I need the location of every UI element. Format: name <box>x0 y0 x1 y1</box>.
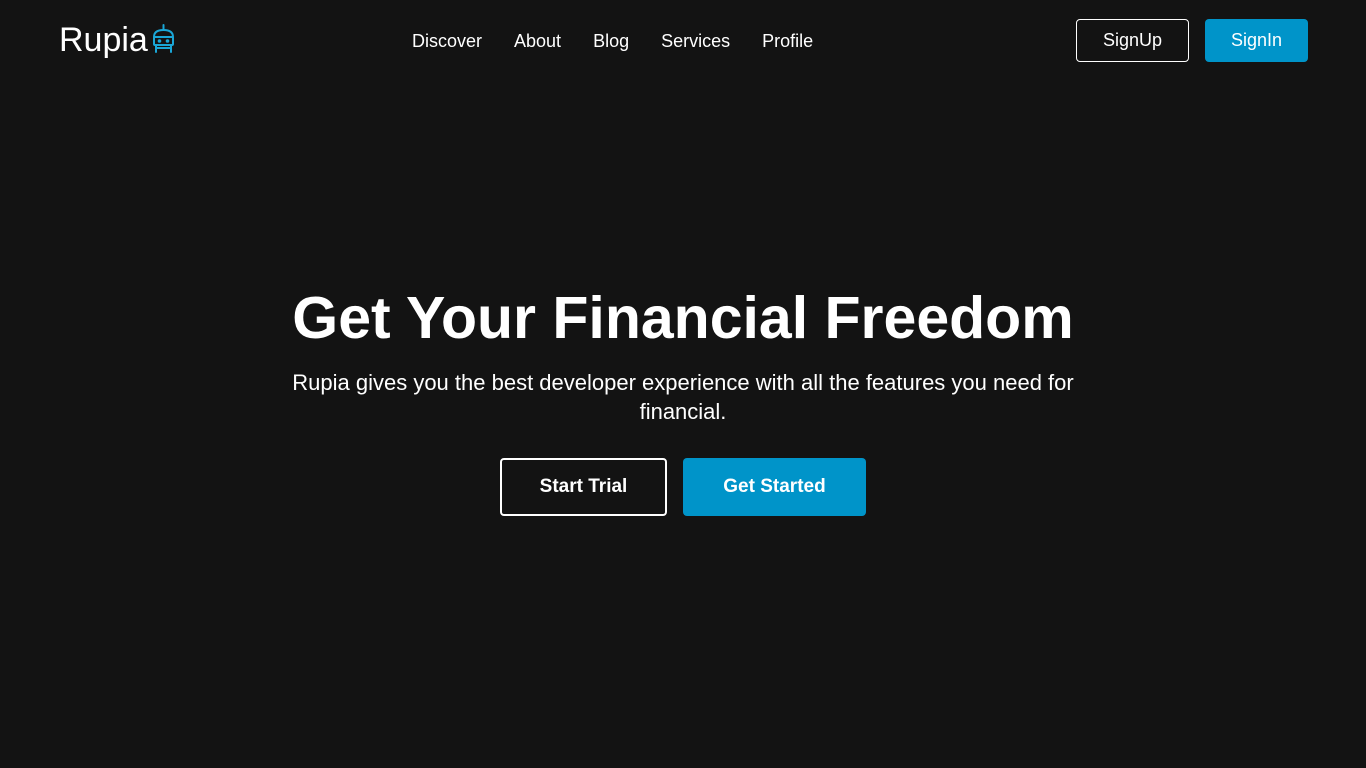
header: Rupia Discover About Blog Services Profi… <box>0 0 1366 82</box>
signin-button[interactable]: SignIn <box>1205 19 1308 62</box>
hero-title: Get Your Financial Freedom <box>292 285 1074 351</box>
main-nav: Discover About Blog Services Profile <box>412 29 813 53</box>
start-trial-button[interactable]: Start Trial <box>500 458 667 516</box>
nav-item-profile[interactable]: Profile <box>762 29 813 53</box>
logo[interactable]: Rupia <box>59 20 176 60</box>
nav-item-services[interactable]: Services <box>661 29 730 53</box>
nav-item-blog[interactable]: Blog <box>593 29 629 53</box>
page: Rupia Discover About Blog Services Profi… <box>0 0 1366 768</box>
robot-icon <box>151 24 176 56</box>
hero-subtitle: Rupia gives you the best developer exper… <box>292 370 1074 424</box>
logo-text: Rupia <box>59 21 148 59</box>
get-started-button[interactable]: Get Started <box>683 458 866 516</box>
nav-item-about[interactable]: About <box>514 29 561 53</box>
nav-item-discover[interactable]: Discover <box>412 29 482 53</box>
signup-button[interactable]: SignUp <box>1076 19 1189 62</box>
